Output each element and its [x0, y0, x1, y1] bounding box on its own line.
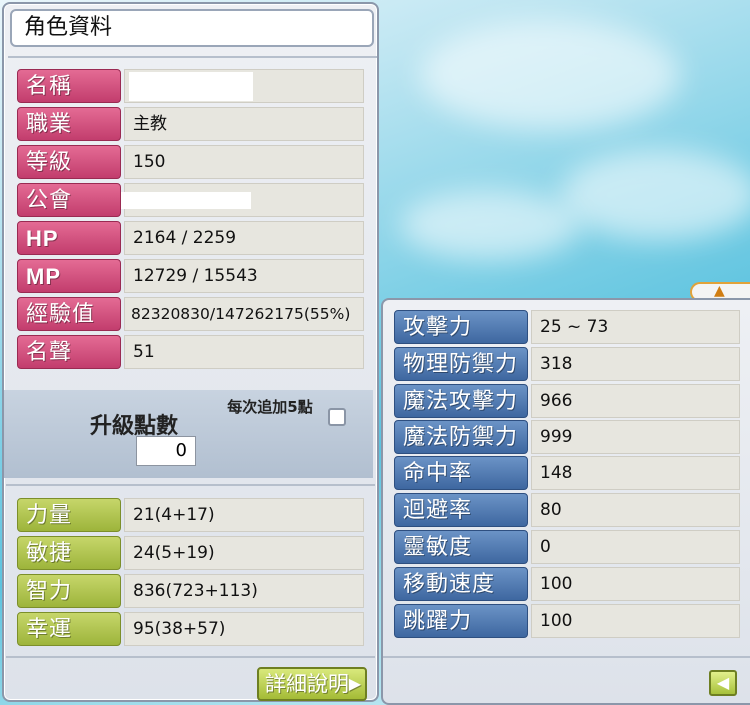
- detail-label: 魔法防禦力: [394, 420, 528, 454]
- info-row-job: 職業 主教: [17, 107, 364, 141]
- info-label: 經驗值: [17, 297, 121, 331]
- ability-points-value: 0: [136, 436, 196, 466]
- divider: [383, 656, 750, 658]
- info-row-exp: 經驗值 82320830/147262175(55%): [17, 297, 364, 331]
- info-row-hp: HP 2164 / 2259: [17, 221, 364, 255]
- info-label: 等級: [17, 145, 121, 179]
- detail-label: 命中率: [394, 456, 528, 490]
- info-label: HP: [17, 221, 121, 255]
- info-value: 主教: [124, 107, 364, 141]
- detail-value: 148: [531, 456, 740, 490]
- detail-value: 25 ~ 73: [531, 310, 740, 344]
- detail-value: 999: [531, 420, 740, 454]
- info-row-guild: 公會: [17, 183, 364, 217]
- stat-label: 力量: [17, 498, 121, 532]
- stat-value: 95(38+57): [124, 612, 364, 646]
- info-label: 名聲: [17, 335, 121, 369]
- detail-label: 魔法攻擊力: [394, 384, 528, 418]
- detail-label: 靈敏度: [394, 530, 528, 564]
- stat-label: 幸運: [17, 612, 121, 646]
- detail-row-jump: 跳躍力 100: [394, 604, 740, 638]
- stat-row-luk: 幸運 95(38+57): [17, 612, 364, 646]
- info-row-fame: 名聲 51: [17, 335, 364, 369]
- info-label: 公會: [17, 183, 121, 217]
- info-row-name: 名稱: [17, 69, 364, 103]
- detail-label: 移動速度: [394, 567, 528, 601]
- stat-value: 836(723+113): [124, 574, 364, 608]
- info-label: 名稱: [17, 69, 121, 103]
- detail-label: 迴避率: [394, 493, 528, 527]
- stat-label: 敏捷: [17, 536, 121, 570]
- redacted-name: [129, 72, 253, 101]
- detail-value: 80: [531, 493, 740, 527]
- info-row-mp: MP 12729 / 15543: [17, 259, 364, 293]
- back-button[interactable]: ◀: [709, 670, 737, 696]
- detail-row-phys-def: 物理防禦力 318: [394, 347, 740, 381]
- stat-row-str: 力量 21(4+17): [17, 498, 364, 532]
- divider: [6, 656, 375, 658]
- detail-row-magic-def: 魔法防禦力 999: [394, 420, 740, 454]
- detail-value: 966: [531, 384, 740, 418]
- add-5-points-label: 每次追加5點: [227, 398, 313, 416]
- sky-cloud: [560, 150, 750, 240]
- detail-row-avoid: 迴避率 80: [394, 493, 740, 527]
- add-5-points-checkbox[interactable]: [328, 408, 346, 426]
- chevron-right-icon: ▶: [348, 674, 361, 693]
- stat-value: 21(4+17): [124, 498, 364, 532]
- detail-label: 物理防禦力: [394, 347, 528, 381]
- detail-row-speed: 移動速度 100: [394, 567, 740, 601]
- up-arrow-icon: ▲: [714, 283, 725, 299]
- info-label: MP: [17, 259, 121, 293]
- detail-label: 跳躍力: [394, 604, 528, 638]
- detail-value: 100: [531, 604, 740, 638]
- detail-value: 318: [531, 347, 740, 381]
- stat-row-dex: 敏捷 24(5+19): [17, 536, 364, 570]
- info-value: 2164 / 2259: [124, 221, 364, 255]
- info-value: 51: [124, 335, 364, 369]
- redacted-guild: [121, 192, 251, 209]
- detail-row-attack: 攻擊力 25 ~ 73: [394, 310, 740, 344]
- info-row-level: 等級 150: [17, 145, 364, 179]
- sky-cloud: [420, 20, 680, 130]
- divider: [8, 56, 377, 58]
- detail-row-accuracy: 命中率 148: [394, 456, 740, 490]
- detail-button-label: 詳細說明: [265, 672, 349, 696]
- detail-label: 攻擊力: [394, 310, 528, 344]
- divider: [6, 484, 375, 486]
- window-title: 角色資料: [10, 9, 374, 47]
- info-value: 150: [124, 145, 364, 179]
- stat-value: 24(5+19): [124, 536, 364, 570]
- info-value: 82320830/147262175(55%): [124, 297, 364, 331]
- sky-cloud: [400, 190, 580, 260]
- info-label: 職業: [17, 107, 121, 141]
- stat-label: 智力: [17, 574, 121, 608]
- detail-row-hands: 靈敏度 0: [394, 530, 740, 564]
- arrow-left-icon: ◀: [716, 673, 730, 692]
- stat-row-int: 智力 836(723+113): [17, 574, 364, 608]
- info-value: 12729 / 15543: [124, 259, 364, 293]
- detail-button[interactable]: 詳細說明 ▶: [257, 667, 367, 701]
- detail-value: 100: [531, 567, 740, 601]
- detail-value: 0: [531, 530, 740, 564]
- ability-points-panel: 升級點數 0 每次追加5點: [4, 390, 373, 478]
- detail-row-magic-atk: 魔法攻擊力 966: [394, 384, 740, 418]
